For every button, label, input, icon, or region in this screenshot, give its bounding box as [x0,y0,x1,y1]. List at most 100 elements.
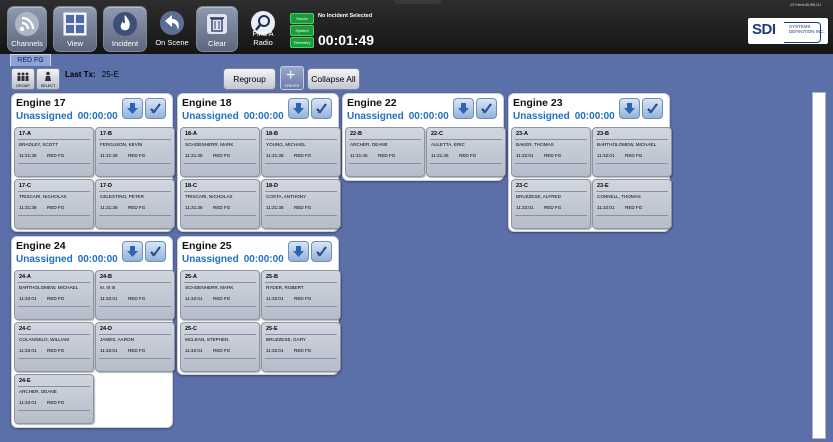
assign-down-button[interactable] [288,98,309,119]
incident-timer: 00:01:49 [318,32,375,48]
unit-card[interactable]: 23-C BRUZZESE, ALFRED 11:32:01 RED FG [511,179,591,229]
engine-panel[interactable]: Engine 22 Unassigned 00:00:00 22-B ARCHER, D… [342,93,506,181]
engine-panel[interactable]: Engine 25 Unassigned 00:00:00 25-A SCHOENHER… [177,236,341,375]
unit-card[interactable]: 25-E BRUZZESE, GARY 11:32:01 RED FG [261,322,341,372]
unit-card[interactable]: 24-D JAMES, AARON 11:32:01 RED FG [95,322,175,372]
assign-down-button[interactable] [122,98,143,119]
down-arrow-icon [293,246,304,257]
edit-panel-button[interactable] [311,241,332,262]
unit-id: 24-C [19,326,31,332]
engine-panel[interactable]: Engine 18 Unassigned 00:00:00 18-A SCHOENHER… [177,93,341,232]
clear-button[interactable]: Clear [196,6,238,52]
unit-card[interactable]: 23-A BAKER, THOMAS 11:32:01 RED FG [511,127,591,177]
divider [18,334,90,335]
view-label: View [66,39,84,48]
engine-panel[interactable]: Engine 23 Unassigned 00:00:00 23-A BAKER, TH… [508,93,672,232]
unit-card[interactable]: 18-D COSTA, ANTHONY 11:31:38 RED FG [261,179,341,229]
unit-time: 11:32:01 [185,348,203,353]
edit-panel-button[interactable] [311,98,332,119]
engine-panel[interactable]: Engine 17 Unassigned 00:00:00 17-A BRADLEY, … [11,93,175,232]
unit-card[interactable]: 24-B III, III III 11:32:01 RED FG [95,270,175,320]
unit-card[interactable]: 18-A SCHOENHERR, MARK 11:31:38 RED FG [180,127,260,177]
channels-button[interactable]: Channels [7,6,47,52]
collapse-all-button[interactable]: Collapse All [307,68,360,90]
divider [515,163,587,164]
tab-red-fg[interactable]: RED FG [10,54,51,66]
unit-group: RED FG [378,153,396,158]
unit-card[interactable]: 23-E CONNELL, THOMAS 11:32:01 RED FG [592,179,672,229]
divider [184,306,256,307]
unit-time: 11:32:01 [516,153,534,158]
unit-id: 23-A [516,131,528,137]
unit-card[interactable]: 17-D CELESTINO, PETER 11:31:38 RED FG [95,179,175,229]
unit-card[interactable]: 25-B RYDER, ROBERT 11:32:01 RED FG [261,270,341,320]
unit-card[interactable]: 24-C COLANGELO, WILLIAM 11:32:01 RED FG [14,322,94,372]
divider [99,163,171,164]
divider [430,163,502,164]
unit-group: RED FG [47,205,65,210]
unit-time: 11:31:38 [266,153,284,158]
view-button[interactable]: View [53,6,97,52]
select-button[interactable]: SELECT [36,68,60,90]
unit-card[interactable]: 25-A SCHOENHERR, MARK 11:32:01 RED FG [180,270,260,320]
assign-down-button[interactable] [453,98,474,119]
divider [265,358,337,359]
edit-panel-button[interactable] [642,98,663,119]
assign-down-button[interactable] [619,98,640,119]
create-button[interactable]: + CREATE [280,66,304,90]
engine-timer: 00:00:00 [243,111,284,122]
unit-user-name: RYDER, ROBERT [266,285,304,290]
unit-time: 11:32:01 [100,348,118,353]
engine-name: Engine 18 [182,97,232,109]
regroup-button[interactable]: Regroup [223,68,276,90]
unit-id: 25-B [266,274,278,280]
unit-id: 17-A [19,131,31,137]
vertical-scrollbar[interactable] [812,92,826,439]
unit-group: RED FG [625,205,643,210]
unit-group: RED FG [294,296,312,301]
unit-card[interactable]: 22-C AULETTA, ERIC 11:31:45 RED FG [426,127,506,177]
unit-time: 11:32:01 [100,296,118,301]
assign-down-button[interactable] [122,241,143,262]
on-scene-button[interactable]: On Scene [151,6,193,50]
pencil-check-icon [150,103,161,114]
unit-card[interactable]: 24-E ARCHER, DEANE 11:32:01 RED FG [14,374,94,424]
edit-panel-button[interactable] [145,98,166,119]
unit-id: 23-B [597,131,609,137]
engine-status-text: Unassigned [182,254,239,265]
unit-time: 11:32:01 [597,153,615,158]
divider [265,139,337,140]
edit-panel-button[interactable] [145,241,166,262]
unit-card[interactable]: 17-C TRISCARI, NICHOLAS 11:31:38 RED FG [14,179,94,229]
unit-time: 11:32:01 [19,296,37,301]
engine-panel[interactable]: Engine 24 Unassigned 00:00:00 24-A BARTHOLOM… [11,236,175,428]
unit-card[interactable]: 17-A BRADLEY, SCOTT 11:31:38 RED FG [14,127,94,177]
select-button-label: SELECT [40,84,56,88]
group-button[interactable]: GROUP [11,68,35,90]
edit-panel-button[interactable] [476,98,497,119]
divider [184,334,256,335]
unit-user-name: ARCHER, DEANE [350,142,388,147]
unit-card[interactable]: 22-B ARCHER, DEANE 11:31:45 RED FG [345,127,425,177]
logo-brand: SDI [752,21,776,38]
unit-card[interactable]: 24-A BARTHOLOMEW, MICHAEL 11:32:01 RED FG [14,270,94,320]
engine-status-text: Unassigned [16,254,73,265]
divider [184,139,256,140]
unit-user-name: BARTHOLOMEW, MICHAEL [597,142,657,147]
pencil-check-icon [316,246,327,257]
incident-button[interactable]: Incident [103,6,147,52]
server-indicator: Server [290,13,314,24]
divider [430,139,502,140]
unit-card[interactable]: 25-C MCLEAN, STEPHEN 11:32:01 RED FG [180,322,260,372]
divider [596,215,668,216]
unit-card[interactable]: 18-C TRISCARI, NICHOLAS 11:31:38 RED FG [180,179,260,229]
unit-group: RED FG [213,205,231,210]
unit-card[interactable]: 23-B BARTHOLOMEW, MICHAEL 11:32:01 RED FG [592,127,672,177]
unit-user-name: III, III III [100,285,116,290]
divider [18,163,90,164]
assign-down-button[interactable] [288,241,309,262]
unit-card[interactable]: 18-B YOUNG, MICHAEL 11:31:38 RED FG [261,127,341,177]
unit-id: 25-C [185,326,197,332]
find-a-radio-button[interactable]: Find A Radio [242,6,284,50]
unit-card[interactable]: 17-B FERGUSON, KEVIN 11:31:38 RED FG [95,127,175,177]
